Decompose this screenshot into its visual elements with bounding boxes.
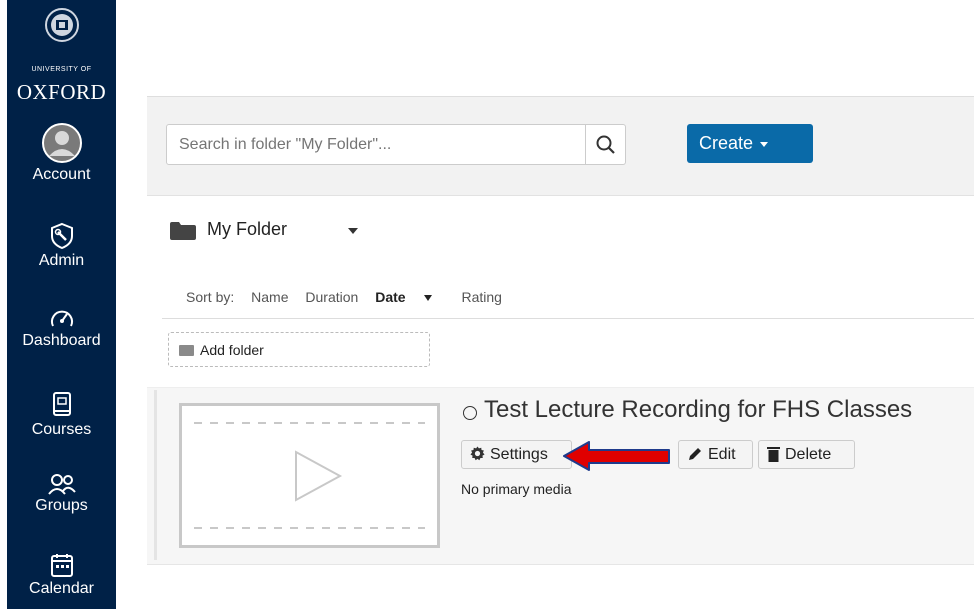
media-thumbnail[interactable] (179, 403, 440, 548)
media-status: No primary media (461, 481, 572, 497)
delete-button-label: Delete (785, 446, 832, 463)
folder-dropdown-caret-icon[interactable] (348, 228, 358, 234)
sort-option-name[interactable]: Name (251, 289, 288, 305)
edit-button-label: Edit (708, 446, 736, 463)
create-button[interactable]: Create (687, 124, 813, 163)
courses-icon (52, 392, 71, 416)
university-logo[interactable]: UNIVERSITY OF OXFORD (7, 0, 116, 112)
row-divider (154, 390, 157, 560)
nav-item-calendar[interactable]: Calendar (7, 552, 116, 598)
gear-icon (470, 446, 485, 461)
nav-label-account: Account (32, 166, 91, 183)
folder-name: My Folder (207, 219, 288, 239)
edit-button[interactable]: Edit (678, 440, 753, 469)
sort-by-label: Sort by: (186, 289, 235, 305)
dashboard-icon (50, 310, 73, 327)
global-navigation: UNIVERSITY OF OXFORD Account Admin Dashb… (7, 0, 116, 609)
add-folder-button[interactable]: Add folder (168, 332, 430, 367)
calendar-icon (50, 554, 73, 577)
media-title[interactable]: Test Lecture Recording for FHS Classes (484, 396, 912, 424)
nav-item-courses[interactable]: Courses (7, 391, 116, 439)
search-icon (596, 135, 615, 154)
add-folder-label: Add folder (200, 342, 264, 358)
add-folder-icon (179, 344, 194, 356)
search-input[interactable] (166, 124, 586, 165)
nav-item-groups[interactable]: Groups (7, 473, 116, 515)
delete-button[interactable]: Delete (758, 440, 855, 469)
nav-item-admin[interactable]: Admin (7, 222, 116, 270)
settings-button[interactable]: Settings (461, 440, 572, 469)
nav-label-dashboard: Dashboard (22, 332, 101, 349)
nav-label-admin: Admin (38, 252, 85, 269)
settings-button-label: Settings (490, 446, 548, 463)
create-button-label: Create (699, 133, 754, 153)
groups-icon (47, 474, 76, 495)
logo-oxford: OXFORD (16, 80, 107, 104)
nav-label-calendar: Calendar (29, 580, 94, 597)
folder-icon (170, 222, 196, 240)
crest-icon (45, 8, 79, 42)
chevron-down-icon (760, 141, 769, 147)
sort-bar: Sort by: Name Duration Date Rating (186, 289, 515, 305)
nav-label-groups: Groups (35, 497, 88, 514)
nav-item-account[interactable]: Account (7, 122, 116, 184)
sort-option-date[interactable]: Date (375, 289, 444, 305)
nav-label-courses: Courses (31, 421, 92, 438)
pencil-icon (689, 447, 701, 460)
sort-option-date-label: Date (375, 289, 406, 305)
video-placeholder-icon (194, 422, 425, 529)
folder-toolbar: Create (147, 96, 974, 196)
sort-desc-icon (423, 295, 432, 302)
media-select-radio[interactable] (463, 406, 477, 420)
annotation-arrow-icon (563, 441, 670, 471)
nav-item-dashboard[interactable]: Dashboard (7, 306, 116, 350)
sort-option-rating[interactable]: Rating (461, 289, 501, 305)
admin-icon (50, 222, 73, 250)
trash-icon (767, 446, 780, 462)
account-icon (41, 123, 82, 163)
logo-university-of: UNIVERSITY OF (31, 66, 92, 73)
sort-option-duration[interactable]: Duration (305, 289, 358, 305)
search-button[interactable] (586, 124, 626, 165)
divider (162, 318, 974, 319)
